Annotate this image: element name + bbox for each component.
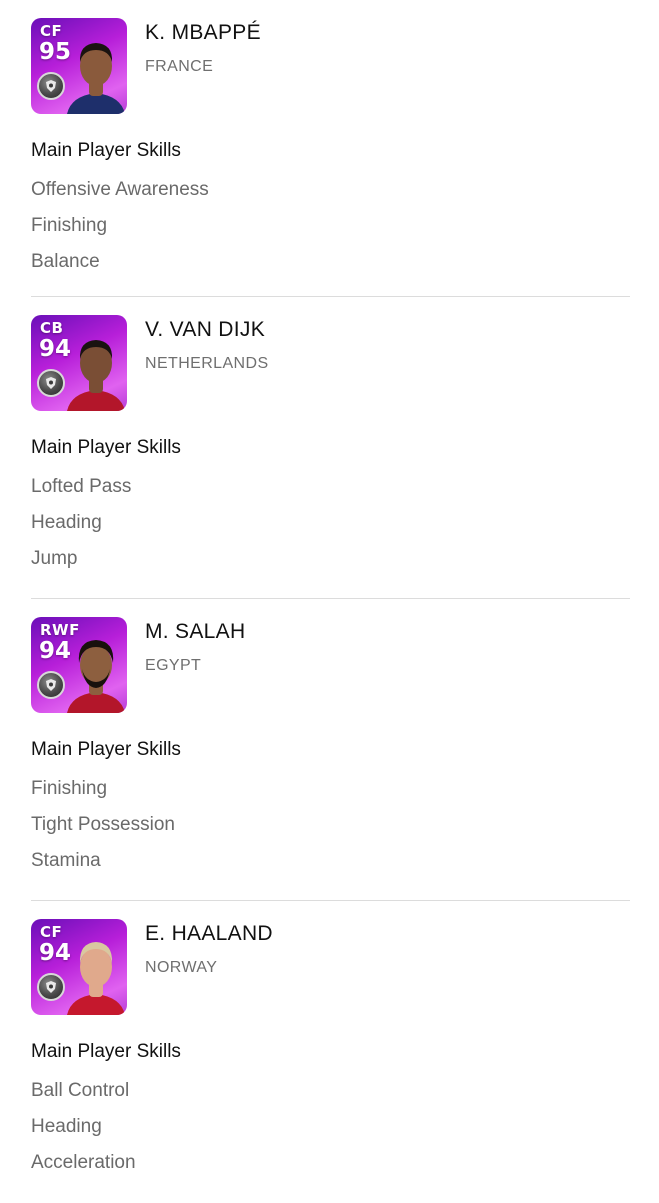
player-card[interactable]: CB 94 [31, 315, 127, 411]
skill-item: Balance [31, 251, 100, 272]
club-badge-icon [37, 72, 65, 100]
player-section: CF 94 E. HAALAND NORWAY Main Player Skil… [31, 901, 630, 1203]
player-portrait-icon [67, 340, 125, 411]
player-name: M. SALAH [145, 620, 246, 643]
skills-heading: Main Player Skills [31, 437, 181, 458]
skills-heading: Main Player Skills [31, 140, 181, 161]
club-badge-icon [37, 369, 65, 397]
player-card[interactable]: CF 95 [31, 18, 127, 114]
player-position: CF [40, 923, 63, 941]
player-card[interactable]: RWF 94 [31, 617, 127, 713]
skills-heading: Main Player Skills [31, 739, 181, 760]
player-portrait-icon [67, 942, 125, 1015]
player-section: RWF 94 M. SALAH EGYPT Main Player Skills… [31, 599, 630, 901]
player-name: V. VAN DIJK [145, 318, 266, 341]
player-country: NETHERLANDS [145, 355, 269, 372]
player-name: K. MBAPPÉ [145, 21, 261, 44]
player-portrait-icon [67, 43, 125, 114]
skills-heading: Main Player Skills [31, 1041, 181, 1062]
club-badge-icon [37, 973, 65, 1001]
player-section: CB 94 V. VAN DIJK NETHERLANDS Main Playe… [31, 297, 630, 599]
skill-item: Acceleration [31, 1152, 136, 1173]
player-country: FRANCE [145, 58, 214, 75]
skill-item: Heading [31, 512, 102, 533]
player-section: CF 95 K. MBAPPÉ FRANCE Main Player Skill… [31, 0, 630, 297]
skill-item: Offensive Awareness [31, 179, 209, 200]
skill-item: Jump [31, 548, 78, 569]
player-portrait-icon [67, 640, 125, 713]
skill-item: Finishing [31, 215, 108, 236]
skill-item: Heading [31, 1116, 102, 1137]
player-name: E. HAALAND [145, 922, 273, 945]
skill-item: Lofted Pass [31, 476, 132, 497]
club-badge-icon [37, 671, 65, 699]
skill-item: Tight Possession [31, 814, 175, 835]
player-position: CB [40, 319, 64, 337]
player-list: CF 95 K. MBAPPÉ FRANCE Main Player Skill… [0, 0, 659, 1203]
player-country: EGYPT [145, 657, 202, 674]
skill-item: Ball Control [31, 1080, 130, 1101]
skill-item: Finishing [31, 778, 108, 799]
player-card[interactable]: CF 94 [31, 919, 127, 1015]
player-country: NORWAY [145, 959, 218, 976]
skill-item: Stamina [31, 850, 101, 871]
player-position: CF [40, 22, 63, 40]
